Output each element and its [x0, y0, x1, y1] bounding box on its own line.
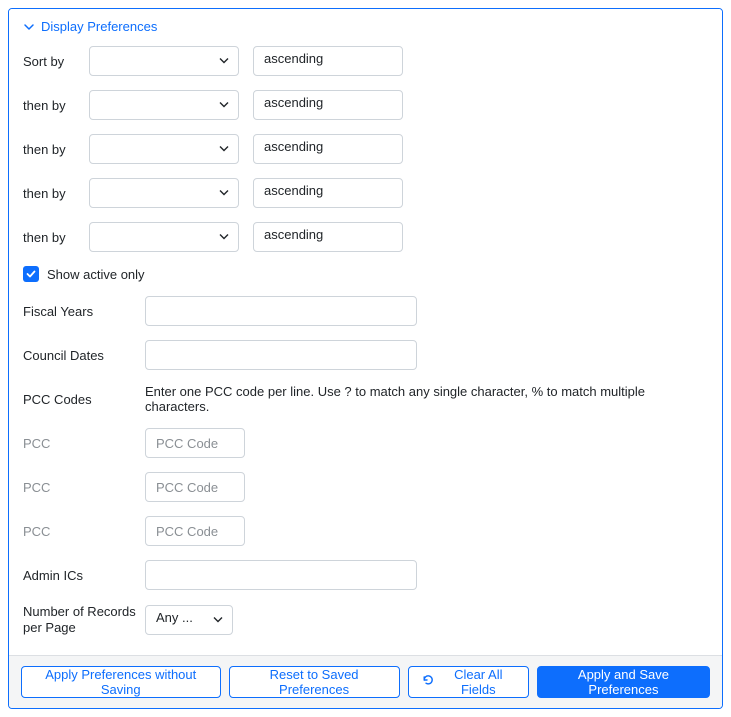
reset-to-saved-button[interactable]: Reset to Saved Preferences: [229, 666, 400, 698]
undo-icon: [421, 673, 435, 690]
sort-field-select[interactable]: [89, 90, 239, 120]
sort-field-select[interactable]: [89, 222, 239, 252]
panel-title: Display Preferences: [41, 19, 157, 34]
sort-row-2: then by ascending: [23, 134, 708, 164]
pcc-row-0: PCC: [23, 428, 708, 458]
sort-field-select[interactable]: [89, 178, 239, 208]
sort-direction-select[interactable]: ascending: [253, 46, 403, 76]
sort-direction-select[interactable]: ascending: [253, 90, 403, 120]
council-dates-input[interactable]: [145, 340, 417, 370]
sort-direction-select[interactable]: ascending: [253, 178, 403, 208]
admin-ics-input[interactable]: [145, 560, 417, 590]
pcc-label: PCC: [23, 436, 145, 451]
sort-row-0: Sort by ascending: [23, 46, 708, 76]
sort-label: then by: [23, 186, 89, 201]
sort-direction-select[interactable]: ascending: [253, 134, 403, 164]
sort-row-4: then by ascending: [23, 222, 708, 252]
sort-label: then by: [23, 230, 89, 245]
pcc-codes-label: PCC Codes: [23, 392, 145, 407]
sort-label: then by: [23, 98, 89, 113]
pcc-label: PCC: [23, 480, 145, 495]
records-per-page-label: Number of Records per Page: [23, 604, 145, 637]
records-per-page-select[interactable]: Any ...: [145, 605, 233, 635]
chevron-down-icon: [23, 21, 35, 33]
clear-all-fields-label: Clear All Fields: [441, 667, 516, 697]
panel-header[interactable]: Display Preferences: [9, 9, 722, 42]
pcc-row-2: PCC: [23, 516, 708, 546]
display-preferences-panel: Display Preferences Sort by ascending th…: [8, 8, 723, 709]
show-active-only-row: Show active only: [23, 266, 708, 282]
council-dates-label: Council Dates: [23, 348, 145, 363]
pcc-row-1: PCC: [23, 472, 708, 502]
show-active-only-label: Show active only: [47, 267, 145, 282]
panel-body: Sort by ascending then by ascending then…: [9, 42, 722, 655]
pcc-label: PCC: [23, 524, 145, 539]
sort-field-select[interactable]: [89, 46, 239, 76]
sort-label: then by: [23, 142, 89, 157]
admin-ics-label: Admin ICs: [23, 568, 145, 583]
sort-row-3: then by ascending: [23, 178, 708, 208]
records-per-page-row: Number of Records per Page Any ...: [23, 604, 708, 637]
fiscal-years-input[interactable]: [145, 296, 417, 326]
show-active-only-checkbox[interactable]: [23, 266, 39, 282]
pcc-codes-row: PCC Codes Enter one PCC code per line. U…: [23, 384, 708, 414]
clear-all-fields-button[interactable]: Clear All Fields: [408, 666, 529, 698]
pcc-code-input[interactable]: [145, 516, 245, 546]
sort-direction-select[interactable]: ascending: [253, 222, 403, 252]
pcc-helper-text: Enter one PCC code per line. Use ? to ma…: [145, 384, 708, 414]
sort-field-select[interactable]: [89, 134, 239, 164]
pcc-code-input[interactable]: [145, 472, 245, 502]
sort-row-1: then by ascending: [23, 90, 708, 120]
fiscal-years-row: Fiscal Years: [23, 296, 708, 326]
apply-without-saving-button[interactable]: Apply Preferences without Saving: [21, 666, 221, 698]
admin-ics-row: Admin ICs: [23, 560, 708, 590]
sort-label: Sort by: [23, 54, 89, 69]
panel-footer: Apply Preferences without Saving Reset t…: [9, 655, 722, 708]
apply-and-save-button[interactable]: Apply and Save Preferences: [537, 666, 710, 698]
fiscal-years-label: Fiscal Years: [23, 304, 145, 319]
council-dates-row: Council Dates: [23, 340, 708, 370]
pcc-code-input[interactable]: [145, 428, 245, 458]
